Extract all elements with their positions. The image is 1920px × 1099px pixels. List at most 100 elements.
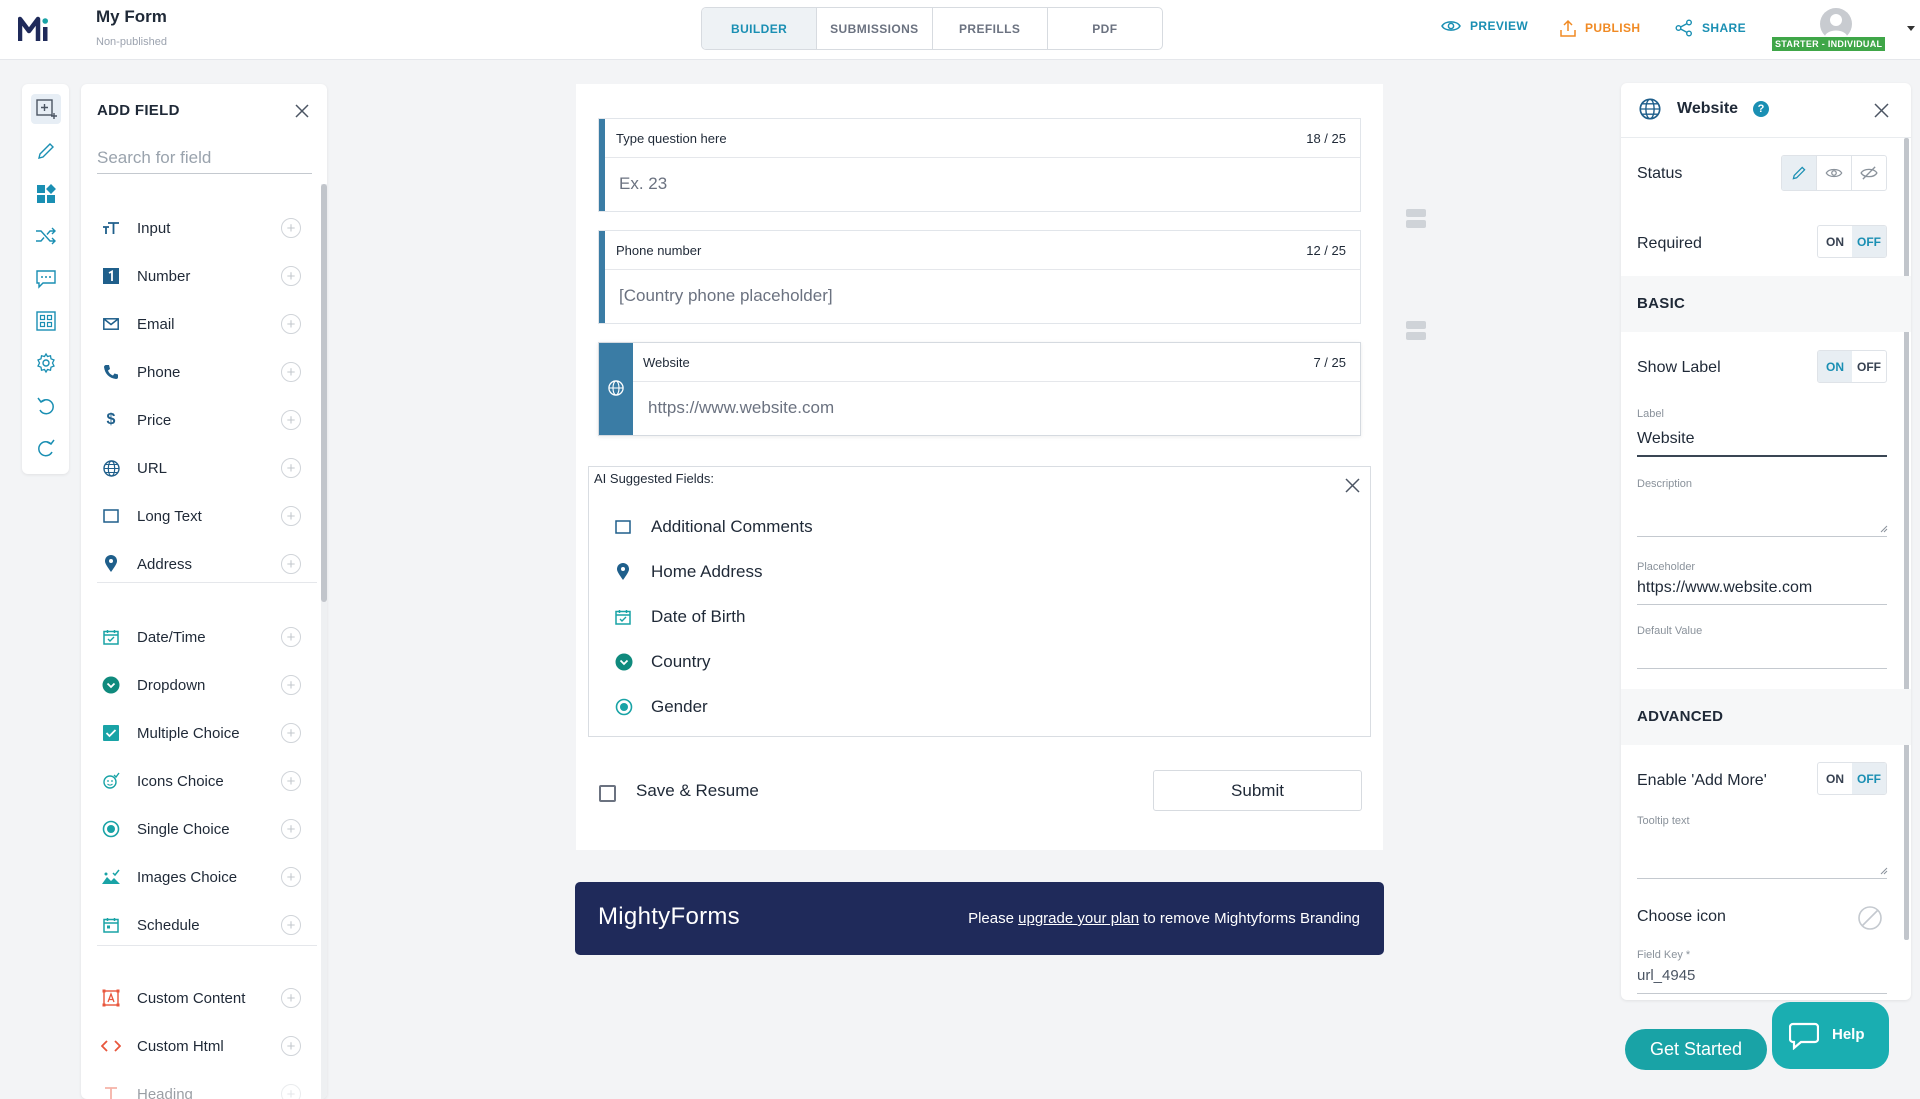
help-icon[interactable]: ? — [1753, 101, 1769, 117]
plus-circle-icon[interactable]: + — [281, 1084, 301, 1099]
ai-suggestion-item[interactable]: Additional Comments — [615, 515, 813, 539]
field-key-input[interactable]: url_4945 — [1637, 967, 1695, 984]
field-item-images-choice[interactable]: Images Choice + — [81, 857, 317, 897]
field-placeholder[interactable]: https://www.website.com — [648, 398, 834, 418]
plus-circle-icon[interactable]: + — [281, 362, 301, 382]
shuffle-icon[interactable] — [31, 221, 61, 251]
chat-icon[interactable] — [31, 264, 61, 294]
field-item-address[interactable]: Address + — [81, 544, 317, 584]
redo-icon[interactable] — [31, 433, 61, 463]
plus-circle-icon[interactable]: + — [281, 266, 301, 286]
resize-handle-icon[interactable] — [1880, 867, 1888, 875]
plus-circle-icon[interactable]: + — [281, 506, 301, 526]
plus-circle-icon[interactable]: + — [281, 915, 301, 935]
tab-prefills[interactable]: PREFILLS — [933, 8, 1048, 49]
field-item-long-text[interactable]: Long Text + — [81, 496, 317, 536]
plus-circle-icon[interactable]: + — [281, 675, 301, 695]
ai-suggestion-item[interactable]: Gender — [615, 695, 708, 719]
toggle-off[interactable]: OFF — [1852, 226, 1886, 257]
chevron-down-icon[interactable] — [1907, 26, 1915, 31]
scrollbar-thumb[interactable] — [321, 184, 327, 602]
field-item-dropdown[interactable]: Dropdown + — [81, 665, 317, 705]
upgrade-plan-link[interactable]: upgrade your plan — [1018, 910, 1139, 927]
resize-handle-icon[interactable] — [1880, 525, 1888, 533]
toggle-on[interactable]: ON — [1818, 351, 1852, 382]
question-label[interactable]: Phone number — [616, 243, 701, 258]
toggle-off[interactable]: OFF — [1852, 763, 1886, 794]
form-field-phone[interactable]: Phone number 12 / 25 [Country phone plac… — [598, 230, 1361, 324]
ai-suggestion-item[interactable]: Home Address — [615, 560, 763, 584]
field-placeholder[interactable]: [Country phone placeholder] — [619, 286, 833, 306]
eye-off-icon[interactable] — [1852, 156, 1886, 190]
scrollbar-thumb[interactable] — [1904, 138, 1909, 940]
tab-submissions[interactable]: SUBMISSIONS — [817, 8, 933, 49]
field-item-icons-choice[interactable]: Icons Choice + — [81, 761, 317, 801]
field-item-url[interactable]: URL + — [81, 448, 317, 488]
field-item-input[interactable]: Input + — [81, 208, 317, 248]
close-icon[interactable] — [1874, 103, 1889, 118]
field-item-single-choice[interactable]: Single Choice + — [81, 809, 317, 849]
plus-circle-icon[interactable]: + — [281, 771, 301, 791]
plus-circle-icon[interactable]: + — [281, 819, 301, 839]
plus-circle-icon[interactable]: + — [281, 988, 301, 1008]
plus-circle-icon[interactable]: + — [281, 723, 301, 743]
toggle-off[interactable]: OFF — [1852, 351, 1886, 382]
plus-circle-icon[interactable]: + — [281, 314, 301, 334]
plus-circle-icon[interactable]: + — [281, 410, 301, 430]
question-label[interactable]: Type question here — [616, 131, 727, 146]
grid-icon[interactable] — [31, 306, 61, 336]
share-button[interactable]: SHARE — [1675, 19, 1746, 37]
toggle-on[interactable]: ON — [1818, 226, 1852, 257]
pencil-icon[interactable] — [31, 136, 61, 166]
drag-handle-icon[interactable] — [1406, 209, 1426, 229]
add-field-icon[interactable] — [31, 94, 61, 124]
plus-circle-icon[interactable]: + — [281, 458, 301, 478]
form-title[interactable]: My Form — [96, 7, 167, 27]
field-search-input[interactable]: Search for field — [97, 146, 312, 174]
plus-circle-icon[interactable]: + — [281, 1036, 301, 1056]
label-input[interactable]: Website — [1637, 430, 1695, 448]
no-icon-selector[interactable] — [1857, 905, 1883, 931]
submit-button[interactable]: Submit — [1153, 770, 1362, 811]
edit-status-icon[interactable] — [1782, 156, 1817, 190]
field-item-custom-html[interactable]: Custom Html + — [81, 1026, 317, 1066]
undo-icon[interactable] — [31, 391, 61, 421]
field-item-heading[interactable]: Heading + — [81, 1074, 317, 1099]
mightyforms-logo[interactable] — [18, 13, 52, 45]
save-resume-checkbox[interactable] — [599, 785, 616, 802]
help-button[interactable]: Help — [1772, 1002, 1889, 1069]
widgets-icon[interactable] — [31, 179, 61, 209]
field-item-phone[interactable]: Phone + — [81, 352, 317, 392]
required-toggle[interactable]: ON OFF — [1817, 225, 1887, 258]
form-field-number[interactable]: Type question here 18 / 25 Ex. 23 — [598, 118, 1361, 212]
field-placeholder[interactable]: Ex. 23 — [619, 174, 667, 194]
publish-button[interactable]: PUBLISH — [1560, 19, 1640, 37]
drag-handle-icon[interactable] — [1406, 321, 1426, 341]
placeholder-input[interactable]: https://www.website.com — [1637, 579, 1812, 597]
ai-suggestion-item[interactable]: Country — [615, 650, 711, 674]
field-item-schedule[interactable]: Schedule + — [81, 905, 317, 945]
field-item-email[interactable]: Email + — [81, 304, 317, 344]
add-more-toggle[interactable]: ON OFF — [1817, 762, 1887, 795]
user-avatar[interactable] — [1820, 8, 1852, 40]
save-resume-label[interactable]: Save & Resume — [636, 781, 759, 801]
show-label-toggle[interactable]: ON OFF — [1817, 350, 1887, 383]
form-field-website[interactable]: Website 7 / 25 https://www.website.com — [598, 342, 1361, 436]
gear-icon[interactable] — [31, 348, 61, 378]
tooltip-textarea[interactable] — [1637, 831, 1887, 861]
field-item-date-time[interactable]: Date/Time + — [81, 617, 317, 657]
toggle-on[interactable]: ON — [1818, 763, 1852, 794]
get-started-button[interactable]: Get Started — [1625, 1029, 1767, 1070]
preview-button[interactable]: PREVIEW — [1441, 19, 1528, 33]
ai-suggestion-item[interactable]: Date of Birth — [615, 605, 746, 629]
default-value-input[interactable] — [1637, 643, 1887, 667]
tab-pdf[interactable]: PDF — [1048, 8, 1162, 49]
description-textarea[interactable] — [1637, 493, 1887, 523]
field-item-custom-content[interactable]: Custom Content + — [81, 978, 317, 1018]
plus-circle-icon[interactable]: + — [281, 627, 301, 647]
field-item-multiple-choice[interactable]: Multiple Choice + — [81, 713, 317, 753]
plus-circle-icon[interactable]: + — [281, 554, 301, 574]
plus-circle-icon[interactable]: + — [281, 218, 301, 238]
tab-builder[interactable]: BUILDER — [702, 8, 818, 49]
close-icon[interactable] — [1345, 478, 1360, 493]
